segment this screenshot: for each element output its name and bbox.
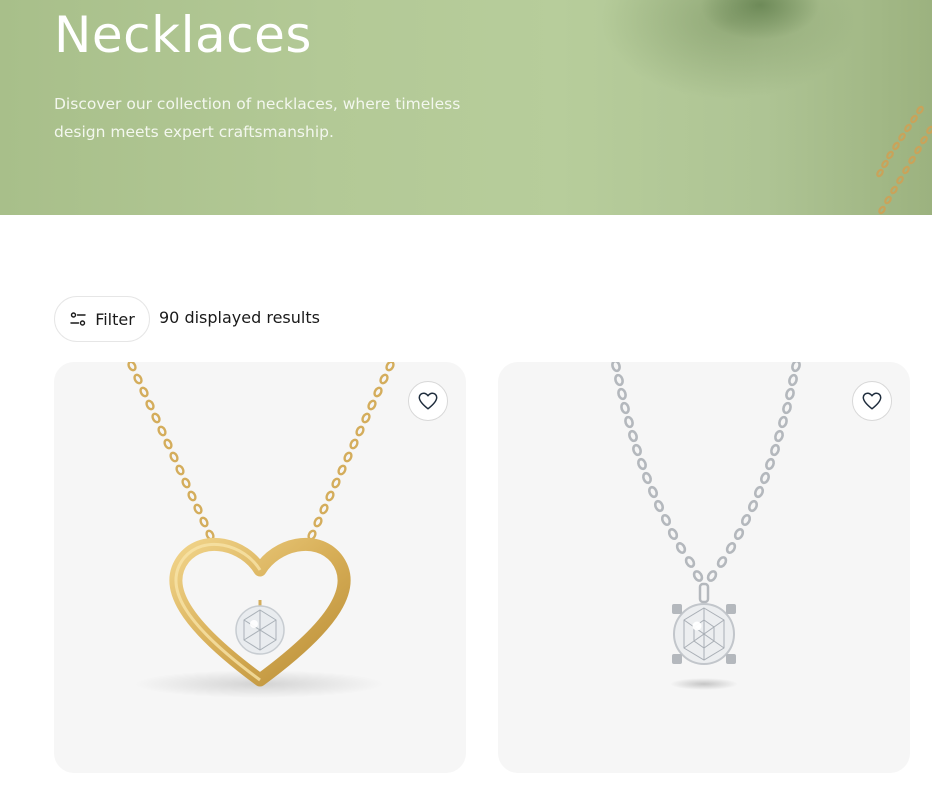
product-card[interactable] <box>498 362 910 773</box>
product-card[interactable] <box>54 362 466 773</box>
gold-heart-necklace-image <box>127 362 395 698</box>
results-count: 90 displayed results <box>159 308 320 327</box>
wishlist-button[interactable] <box>852 381 892 421</box>
filter-button[interactable]: Filter <box>54 296 150 342</box>
page-title: Necklaces <box>54 6 312 64</box>
hero-banner: Necklaces Discover our collection of nec… <box>0 0 932 215</box>
hero-chain-image <box>876 105 932 215</box>
filter-label: Filter <box>95 309 135 329</box>
heart-outline-icon <box>862 392 882 410</box>
hero-description: Discover our collection of necklaces, wh… <box>54 95 461 141</box>
wishlist-button[interactable] <box>408 381 448 421</box>
silver-solitaire-necklace-image <box>611 362 801 690</box>
filter-sliders-icon <box>69 310 87 328</box>
heart-outline-icon <box>418 392 438 410</box>
